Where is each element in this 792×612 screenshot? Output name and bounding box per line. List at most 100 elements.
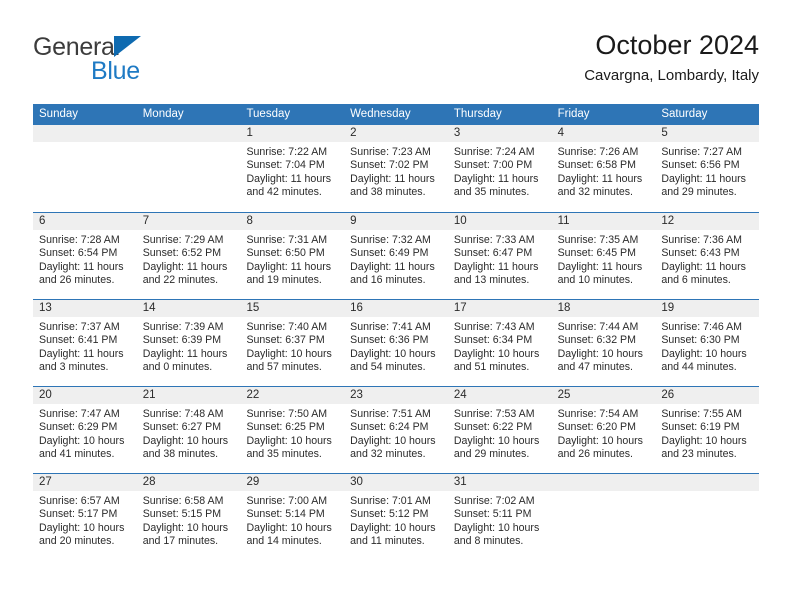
- day-number: 25: [551, 387, 656, 404]
- day-cell[interactable]: 10 Sunrise: 7:33 AM Sunset: 6:47 PM Dayl…: [447, 213, 552, 299]
- daylight-text-line1: Daylight: 11 hours: [142, 347, 228, 360]
- daylight-text-line2: and 54 minutes.: [350, 360, 426, 373]
- sunset-text: Sunset: 6:47 PM: [453, 247, 533, 260]
- day-cell[interactable]: 4 Sunrise: 7:26 AM Sunset: 6:58 PM Dayli…: [551, 125, 656, 212]
- day-cell[interactable]: 8 Sunrise: 7:31 AM Sunset: 6:50 PM Dayli…: [240, 213, 345, 299]
- sunset-text: Sunset: 7:00 PM: [453, 159, 533, 172]
- day-details: Sunrise: 7:00 AM Sunset: 5:14 PM Dayligh…: [240, 491, 344, 548]
- sunrise-text: Sunrise: 7:22 AM: [246, 146, 328, 158]
- day-cell[interactable]: 30 Sunrise: 7:01 AM Sunset: 5:12 PM Dayl…: [344, 474, 448, 561]
- general-blue-logo: General Blue: [33, 34, 233, 90]
- day-details: Sunrise: 7:29 AM Sunset: 6:52 PM Dayligh…: [137, 230, 241, 287]
- sunrise-text: Sunrise: 7:31 AM: [246, 234, 328, 246]
- daylight-text-line2: and 22 minutes.: [142, 273, 219, 286]
- week-row: 27 Sunrise: 6:57 AM Sunset: 5:17 PM Dayl…: [33, 473, 760, 561]
- day-cell[interactable]: 27 Sunrise: 6:57 AM Sunset: 5:17 PM Dayl…: [33, 474, 137, 561]
- day-cell[interactable]: [655, 474, 760, 561]
- day-cell[interactable]: 24 Sunrise: 7:53 AM Sunset: 6:22 PM Dayl…: [447, 387, 552, 473]
- day-cell[interactable]: 31 Sunrise: 7:02 AM Sunset: 5:11 PM Dayl…: [447, 474, 552, 561]
- daylight-text-line2: and 35 minutes.: [246, 447, 322, 460]
- day-cell[interactable]: 7 Sunrise: 7:29 AM Sunset: 6:52 PM Dayli…: [136, 213, 241, 299]
- day-number: 17: [447, 300, 552, 317]
- day-cell[interactable]: 15 Sunrise: 7:40 AM Sunset: 6:37 PM Dayl…: [240, 300, 345, 386]
- sunrise-text: Sunrise: 7:01 AM: [350, 495, 431, 507]
- day-cell[interactable]: [136, 125, 241, 212]
- day-number: 1: [240, 125, 345, 142]
- daylight-text-line2: and 26 minutes.: [39, 273, 115, 286]
- calendar-page: General Blue October 2024 Cavargna, Lomb…: [0, 0, 792, 612]
- daylight-text-line2: and 41 minutes.: [39, 447, 115, 460]
- day-number: 21: [136, 387, 241, 404]
- daylight-text-line1: Daylight: 11 hours: [661, 260, 746, 273]
- day-cell[interactable]: 6 Sunrise: 7:28 AM Sunset: 6:54 PM Dayli…: [33, 213, 137, 299]
- sunset-text: Sunset: 6:24 PM: [350, 421, 429, 434]
- day-cell[interactable]: 19 Sunrise: 7:46 AM Sunset: 6:30 PM Dayl…: [655, 300, 760, 386]
- day-cell[interactable]: 23 Sunrise: 7:51 AM Sunset: 6:24 PM Dayl…: [344, 387, 448, 473]
- day-number: 13: [33, 300, 137, 317]
- sunset-text: Sunset: 6:52 PM: [142, 247, 222, 260]
- daylight-text-line1: Daylight: 10 hours: [350, 434, 436, 447]
- day-cell[interactable]: 11 Sunrise: 7:35 AM Sunset: 6:45 PM Dayl…: [551, 213, 656, 299]
- week-row: 20 Sunrise: 7:47 AM Sunset: 6:29 PM Dayl…: [33, 386, 760, 473]
- daylight-text-line2: and 11 minutes.: [350, 534, 425, 547]
- day-cell[interactable]: 13 Sunrise: 7:37 AM Sunset: 6:41 PM Dayl…: [33, 300, 137, 386]
- day-cell[interactable]: 26 Sunrise: 7:55 AM Sunset: 6:19 PM Dayl…: [655, 387, 760, 473]
- sunrise-text: Sunrise: 7:32 AM: [350, 234, 431, 246]
- daylight-text-line2: and 44 minutes.: [661, 360, 737, 373]
- sunset-text: Sunset: 6:39 PM: [142, 334, 222, 347]
- sunset-text: Sunset: 5:15 PM: [142, 508, 222, 521]
- location-subtitle: Cavargna, Lombardy, Italy: [584, 67, 759, 84]
- sunset-text: Sunset: 6:19 PM: [661, 421, 740, 434]
- day-number: [136, 125, 241, 142]
- day-cell[interactable]: 12 Sunrise: 7:36 AM Sunset: 6:43 PM Dayl…: [655, 213, 760, 299]
- sunrise-text: Sunrise: 7:26 AM: [557, 146, 639, 158]
- day-number: 31: [447, 474, 552, 491]
- day-cell[interactable]: 20 Sunrise: 7:47 AM Sunset: 6:29 PM Dayl…: [33, 387, 137, 473]
- daylight-text-line2: and 10 minutes.: [557, 273, 633, 286]
- day-cell[interactable]: [551, 474, 656, 561]
- daylight-text-line1: Daylight: 10 hours: [557, 434, 643, 447]
- day-details: Sunrise: 7:24 AM Sunset: 7:00 PM Dayligh…: [448, 142, 552, 199]
- sunset-text: Sunset: 6:32 PM: [557, 334, 636, 347]
- day-cell[interactable]: 9 Sunrise: 7:32 AM Sunset: 6:49 PM Dayli…: [344, 213, 448, 299]
- daylight-text-line2: and 29 minutes.: [453, 447, 530, 460]
- day-number: [33, 125, 137, 142]
- sunrise-text: Sunrise: 7:37 AM: [39, 321, 120, 333]
- day-cell[interactable]: 16 Sunrise: 7:41 AM Sunset: 6:36 PM Dayl…: [344, 300, 448, 386]
- day-cell[interactable]: 28 Sunrise: 6:58 AM Sunset: 5:15 PM Dayl…: [136, 474, 241, 561]
- day-details: Sunrise: 7:27 AM Sunset: 6:56 PM Dayligh…: [655, 142, 759, 199]
- day-number: 7: [136, 213, 241, 230]
- logo-text-blue: Blue: [91, 57, 140, 85]
- day-cell[interactable]: 3 Sunrise: 7:24 AM Sunset: 7:00 PM Dayli…: [447, 125, 552, 212]
- day-cell[interactable]: 21 Sunrise: 7:48 AM Sunset: 6:27 PM Dayl…: [136, 387, 241, 473]
- day-cell[interactable]: 2 Sunrise: 7:23 AM Sunset: 7:02 PM Dayli…: [344, 125, 448, 212]
- day-cell[interactable]: 5 Sunrise: 7:27 AM Sunset: 6:56 PM Dayli…: [655, 125, 760, 212]
- day-details: Sunrise: 7:48 AM Sunset: 6:27 PM Dayligh…: [137, 404, 241, 461]
- day-cell[interactable]: 1 Sunrise: 7:22 AM Sunset: 7:04 PM Dayli…: [240, 125, 345, 212]
- sunset-text: Sunset: 6:22 PM: [453, 421, 533, 434]
- day-cell[interactable]: 18 Sunrise: 7:44 AM Sunset: 6:32 PM Dayl…: [551, 300, 656, 386]
- day-cell[interactable]: 14 Sunrise: 7:39 AM Sunset: 6:39 PM Dayl…: [136, 300, 241, 386]
- sunrise-text: Sunrise: 7:53 AM: [453, 408, 535, 420]
- weekday-header-row: Sunday Monday Tuesday Wednesday Thursday…: [33, 104, 759, 125]
- sunrise-text: Sunrise: 7:50 AM: [246, 408, 328, 420]
- sunrise-text: Sunrise: 7:24 AM: [453, 146, 535, 158]
- day-number: 14: [136, 300, 241, 317]
- day-cell[interactable]: 22 Sunrise: 7:50 AM Sunset: 6:25 PM Dayl…: [240, 387, 345, 473]
- sunset-text: Sunset: 5:17 PM: [39, 508, 118, 521]
- day-cell[interactable]: 25 Sunrise: 7:54 AM Sunset: 6:20 PM Dayl…: [551, 387, 656, 473]
- day-cell[interactable]: 29 Sunrise: 7:00 AM Sunset: 5:14 PM Dayl…: [240, 474, 345, 561]
- day-number: 9: [344, 213, 448, 230]
- daylight-text-line1: Daylight: 11 hours: [661, 172, 746, 185]
- daylight-text-line1: Daylight: 10 hours: [246, 434, 332, 447]
- day-details: Sunrise: 7:44 AM Sunset: 6:32 PM Dayligh…: [552, 317, 656, 374]
- sunset-text: Sunset: 7:02 PM: [350, 159, 429, 172]
- daylight-text-line1: Daylight: 10 hours: [142, 434, 229, 447]
- sunset-text: Sunset: 6:30 PM: [661, 334, 740, 347]
- day-cell[interactable]: [33, 125, 137, 212]
- sunrise-text: Sunrise: 7:02 AM: [453, 495, 535, 507]
- day-cell[interactable]: 17 Sunrise: 7:43 AM Sunset: 6:34 PM Dayl…: [447, 300, 552, 386]
- daylight-text-line2: and 17 minutes.: [142, 534, 219, 547]
- day-number: 24: [447, 387, 552, 404]
- day-details: Sunrise: 7:43 AM Sunset: 6:34 PM Dayligh…: [448, 317, 552, 374]
